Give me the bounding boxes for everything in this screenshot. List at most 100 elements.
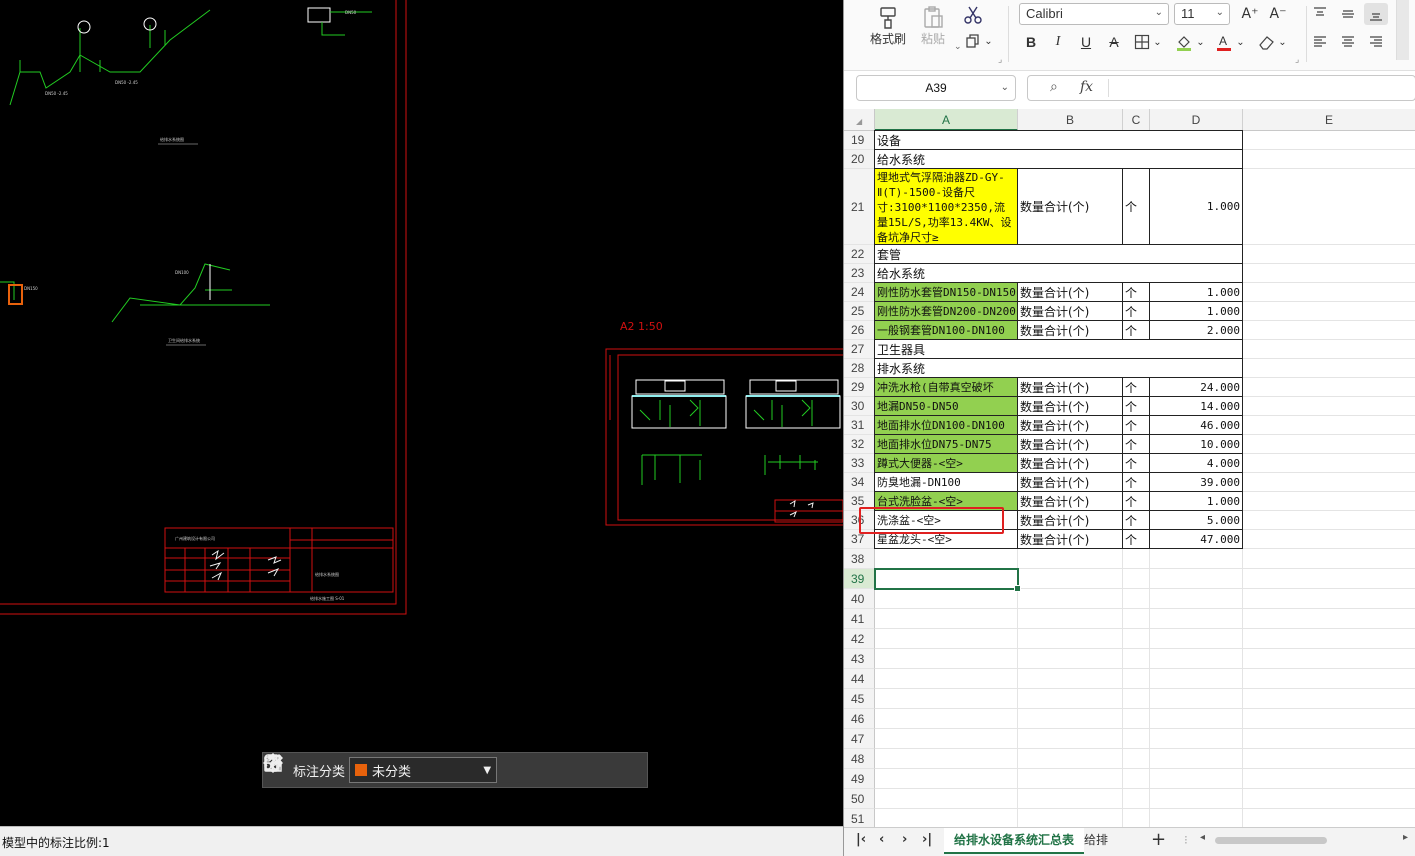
align-top-icon[interactable] <box>1308 3 1332 25</box>
insert-function-icon[interactable]: fx <box>1080 79 1093 95</box>
table-cell[interactable] <box>1243 769 1415 789</box>
paste-icon[interactable] <box>264 754 629 784</box>
copy-dropdown-button[interactable]: ⌄ <box>961 30 997 52</box>
table-cell[interactable]: 洗涤盆-<空> <box>875 511 1018 530</box>
table-cell[interactable] <box>1018 609 1123 629</box>
scroll-thumb[interactable] <box>1215 837 1327 844</box>
table-cell[interactable]: 数量合计(个) <box>1018 473 1123 492</box>
section-header-cell[interactable]: 给水系统 <box>875 264 1243 283</box>
table-cell[interactable] <box>875 669 1018 689</box>
table-cell[interactable] <box>1018 549 1123 569</box>
table-cell[interactable] <box>875 809 1018 827</box>
align-right-icon[interactable] <box>1364 31 1388 53</box>
table-cell[interactable]: 46.000 <box>1150 416 1243 435</box>
table-cell[interactable] <box>1123 769 1150 789</box>
row-header[interactable]: 38 <box>844 549 875 569</box>
table-cell[interactable]: 地漏DN50-DN50 <box>875 397 1018 416</box>
table-cell[interactable] <box>1123 809 1150 827</box>
table-cell[interactable] <box>1150 789 1243 809</box>
table-cell[interactable] <box>1018 569 1123 589</box>
borders-button[interactable]: ⌄ <box>1130 31 1166 53</box>
section-header-cell[interactable]: 排水系统 <box>875 359 1243 378</box>
table-cell[interactable]: 个 <box>1123 169 1150 245</box>
table-cell[interactable]: 个 <box>1123 378 1150 397</box>
table-cell[interactable] <box>1150 669 1243 689</box>
section-header-cell[interactable]: 卫生器具 <box>875 340 1243 359</box>
table-cell[interactable]: 数量合计(个) <box>1018 321 1123 340</box>
table-cell[interactable] <box>875 789 1018 809</box>
table-cell[interactable] <box>1243 340 1415 359</box>
table-cell[interactable] <box>1123 789 1150 809</box>
ribbon-scrollbar[interactable] <box>1396 0 1409 60</box>
table-cell[interactable] <box>875 649 1018 669</box>
table-cell[interactable]: 数量合计(个) <box>1018 530 1123 549</box>
table-cell[interactable] <box>1018 649 1123 669</box>
row-header[interactable]: 46 <box>844 709 875 729</box>
table-cell[interactable] <box>1243 749 1415 769</box>
table-cell[interactable] <box>1150 549 1243 569</box>
row-header[interactable]: 51 <box>844 809 875 827</box>
copy-icon[interactable] <box>265 755 597 784</box>
row-header[interactable]: 34 <box>844 473 875 492</box>
annotation-category-select[interactable]: 未分类 ▼ <box>349 757 498 783</box>
table-cell[interactable] <box>1243 473 1415 492</box>
table-cell[interactable]: 1.000 <box>1150 302 1243 321</box>
column-header-e[interactable]: E <box>1243 109 1415 131</box>
table-cell[interactable]: 个 <box>1123 454 1150 473</box>
sheet-tab-other[interactable]: 给排水 <box>1080 828 1120 854</box>
table-cell[interactable] <box>875 709 1018 729</box>
row-header[interactable]: 23 <box>844 264 875 283</box>
table-cell[interactable]: 防臭地漏-DN100 <box>875 473 1018 492</box>
table-cell[interactable] <box>875 609 1018 629</box>
table-cell[interactable]: 2.000 <box>1150 321 1243 340</box>
table-cell[interactable] <box>1150 809 1243 827</box>
table-cell[interactable]: 个 <box>1123 473 1150 492</box>
table-cell[interactable] <box>875 589 1018 609</box>
table-cell[interactable] <box>1150 769 1243 789</box>
table-cell[interactable] <box>1243 454 1415 473</box>
table-cell[interactable] <box>1123 709 1150 729</box>
table-cell[interactable] <box>1018 669 1123 689</box>
clipboard-dialog-launcher-icon[interactable]: ⌟ <box>998 55 1002 65</box>
table-cell[interactable] <box>1123 689 1150 709</box>
table-cell[interactable] <box>1018 629 1123 649</box>
add-sheet-icon[interactable]: + <box>1151 829 1166 850</box>
table-cell[interactable] <box>1243 809 1415 827</box>
table-cell[interactable] <box>1123 669 1150 689</box>
first-sheet-icon[interactable]: |‹ <box>856 832 866 847</box>
table-cell[interactable]: 1.000 <box>1150 492 1243 511</box>
move-icon[interactable] <box>263 753 565 784</box>
row-header[interactable]: 44 <box>844 669 875 689</box>
strikethrough-button[interactable]: A <box>1102 31 1126 53</box>
row-header[interactable]: 39 <box>844 569 875 589</box>
table-cell[interactable]: 个 <box>1123 530 1150 549</box>
row-header[interactable]: 49 <box>844 769 875 789</box>
increase-font-button[interactable]: A⁺ <box>1238 3 1262 25</box>
table-cell[interactable] <box>1150 569 1243 589</box>
table-cell[interactable] <box>1243 264 1415 283</box>
column-header-d[interactable]: D <box>1150 109 1243 131</box>
table-cell[interactable]: 个 <box>1123 416 1150 435</box>
row-header[interactable]: 47 <box>844 729 875 749</box>
horizontal-scrollbar[interactable]: ◂ ▸ <box>1200 832 1408 848</box>
align-bottom-icon[interactable] <box>1364 3 1388 25</box>
table-cell[interactable] <box>1243 511 1415 530</box>
table-cell[interactable] <box>1150 709 1243 729</box>
table-cell[interactable]: 数量合计(个) <box>1018 397 1123 416</box>
table-cell[interactable]: 刚性防水套管DN150-DN150 <box>875 283 1018 302</box>
row-header[interactable]: 21 <box>844 169 875 245</box>
row-header[interactable]: 31 <box>844 416 875 435</box>
table-cell[interactable] <box>1243 378 1415 397</box>
table-cell[interactable] <box>1150 689 1243 709</box>
table-cell[interactable]: 24.000 <box>1150 378 1243 397</box>
zoom-search-icon[interactable]: ⌕ <box>1050 79 1058 95</box>
table-cell[interactable]: 1.000 <box>1150 283 1243 302</box>
font-dialog-launcher-icon[interactable]: ⌟ <box>1295 55 1299 65</box>
table-cell[interactable] <box>1123 629 1150 649</box>
table-cell[interactable] <box>1150 749 1243 769</box>
table-cell[interactable] <box>1243 609 1415 629</box>
table-cell[interactable]: 地面排水位DN100-DN100 <box>875 416 1018 435</box>
fill-color-button[interactable]: ⌄ <box>1172 31 1208 53</box>
table-cell[interactable] <box>1243 709 1415 729</box>
table-cell[interactable] <box>1150 729 1243 749</box>
